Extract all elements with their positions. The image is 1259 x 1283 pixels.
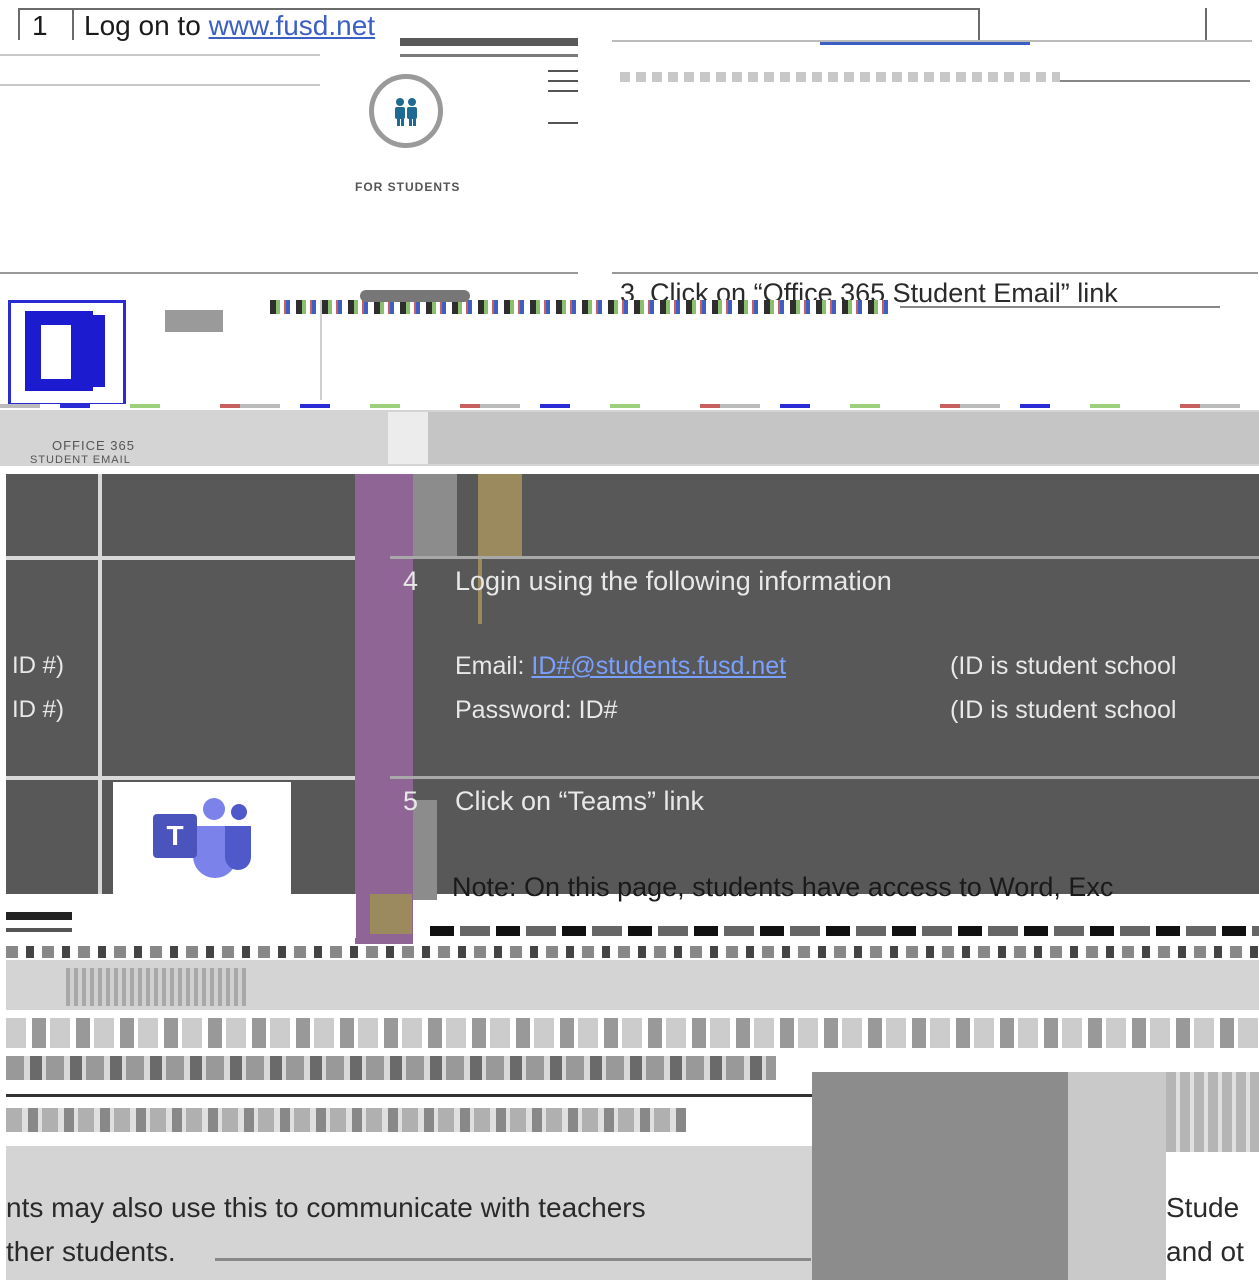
email-link[interactable]: ID#@students.fusd.net — [531, 652, 786, 680]
gray-column — [413, 474, 457, 558]
garbled-text-row — [620, 72, 1060, 82]
garbled-strip — [6, 946, 1259, 958]
black-strip — [6, 928, 72, 932]
light-panel — [388, 412, 428, 464]
tan-block — [370, 894, 412, 934]
id-fragment-2: ID #) — [12, 696, 65, 723]
divider — [548, 90, 578, 92]
step1-text: Log on to www.fusd.net — [84, 10, 375, 42]
divider — [0, 272, 578, 274]
email-note: (ID is student school — [950, 652, 1177, 680]
step5-number: 5 — [403, 786, 419, 816]
people-icon — [369, 74, 443, 148]
pill-shape — [360, 290, 470, 302]
garbled-block — [1166, 1072, 1259, 1152]
right-fragment-line1: Stude — [1166, 1192, 1240, 1223]
teams-letter: T — [166, 820, 184, 851]
garbled-strip — [270, 300, 890, 314]
id-fragment-1: ID #) — [12, 652, 65, 679]
table-border-left — [18, 8, 20, 40]
divider — [1060, 80, 1250, 82]
divider — [6, 1094, 812, 1097]
row-divider — [390, 776, 1259, 779]
divider — [0, 84, 320, 86]
divider — [400, 54, 578, 57]
divider — [215, 1258, 811, 1261]
step4-text: Login using the following information — [455, 566, 892, 596]
step5-text: Click on “Teams” link — [455, 786, 705, 816]
for-students-tile[interactable]: FOR STUDENTS — [355, 70, 495, 210]
row-divider — [6, 556, 356, 560]
garbled-text-row — [6, 1018, 1259, 1048]
divider — [548, 70, 578, 72]
divider — [612, 272, 1258, 274]
tan-bar — [480, 474, 522, 558]
garbled-strip — [430, 926, 1259, 936]
toolbar-strip — [400, 38, 578, 46]
bottom-text-line2: ther students. — [6, 1236, 176, 1267]
accent-line — [820, 42, 1030, 45]
step4-number: 4 — [403, 566, 419, 596]
office-365-label-2: STUDENT EMAIL — [30, 454, 131, 464]
office-365-label: OFFICE 365 — [52, 438, 135, 453]
step1-prefix: Log on to — [84, 10, 209, 41]
email-label: Email: — [455, 652, 532, 680]
password-line: Password: ID# — [455, 696, 618, 724]
for-students-label: FOR STUDENTS — [355, 180, 461, 194]
right-fragment-line2: and ot — [1166, 1236, 1244, 1267]
garbled-strip — [0, 404, 1259, 408]
teams-tile[interactable]: T — [113, 782, 291, 894]
black-strip — [6, 912, 72, 920]
table-border-divider — [978, 8, 980, 40]
divider — [0, 54, 320, 56]
fusd-link[interactable]: www.fusd.net — [209, 10, 376, 41]
table-border-divider — [1205, 8, 1207, 40]
mid-panel — [428, 412, 1259, 464]
column-divider — [98, 474, 102, 894]
bottom-text-line1: nts may also use this to communicate wit… — [6, 1192, 646, 1223]
table-border-divider — [72, 8, 74, 40]
gray-panel — [812, 1072, 1068, 1280]
purple-bar — [355, 474, 413, 944]
garbled-text-row — [6, 1056, 776, 1080]
divider — [548, 122, 578, 124]
garbled-text-row — [6, 1108, 686, 1132]
gray-panel — [1068, 1072, 1166, 1280]
gray-block — [165, 310, 223, 332]
office-door-icon[interactable] — [8, 300, 126, 406]
step5-note: Note: On this page, students have access… — [452, 872, 1114, 902]
email-line: Email: ID#@students.fusd.net — [455, 652, 786, 681]
tan-bar — [478, 474, 482, 624]
password-note: (ID is student school — [950, 696, 1177, 724]
divider — [900, 306, 1220, 308]
garbled-block — [66, 968, 246, 1006]
divider — [548, 80, 578, 82]
row-divider — [390, 556, 1259, 559]
teams-icon: T — [153, 798, 253, 882]
row-divider — [6, 776, 356, 780]
divider — [320, 300, 322, 400]
step1-number: 1 — [32, 10, 48, 41]
